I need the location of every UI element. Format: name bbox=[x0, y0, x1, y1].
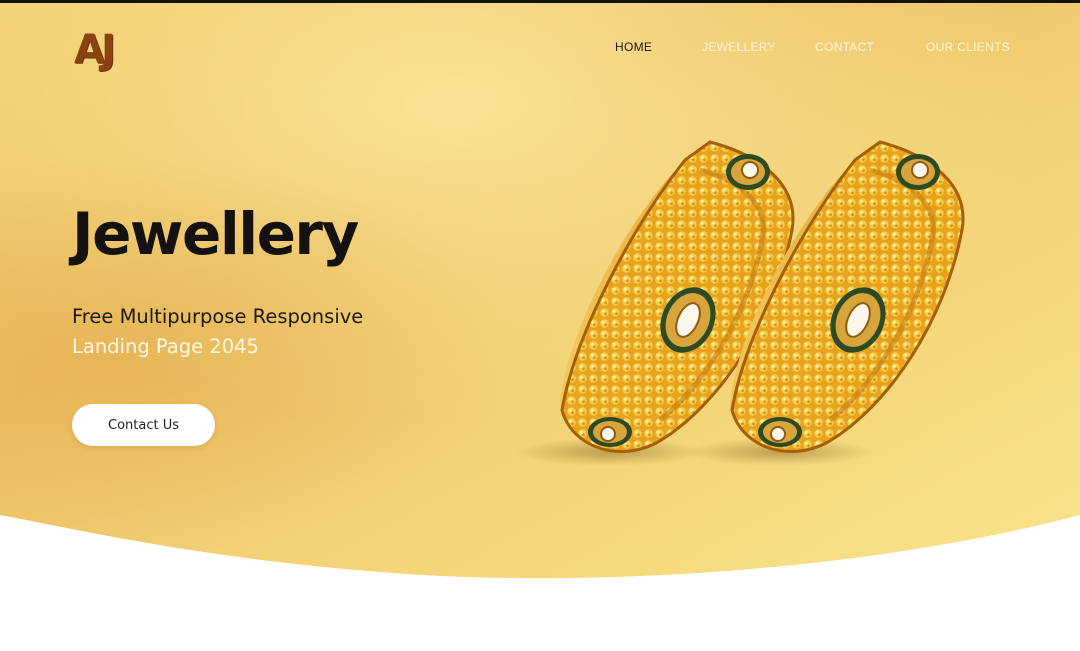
nav-contact-link[interactable]: CONTACT bbox=[815, 40, 874, 54]
contact-us-button[interactable]: Contact Us bbox=[72, 404, 215, 446]
gold-bangles-image bbox=[515, 140, 965, 466]
top-border bbox=[0, 0, 1080, 3]
nav-our-clients-link[interactable]: OUR CLIENTS bbox=[926, 40, 1010, 54]
brand-logo[interactable]: AJ bbox=[74, 30, 116, 70]
landing-page: AJ HOME JEWELLERY CONTACT OUR CLIENTS Je… bbox=[0, 0, 1080, 651]
hero-subtitle-line2: Landing Page 2045 bbox=[72, 335, 259, 358]
nav-jewellery-link[interactable]: JEWELLERY bbox=[702, 40, 776, 54]
nav-home-link[interactable]: HOME bbox=[615, 40, 652, 54]
hero-subtitle-line1: Free Multipurpose Responsive bbox=[72, 305, 364, 328]
hero-title: Jewellery bbox=[72, 200, 359, 268]
